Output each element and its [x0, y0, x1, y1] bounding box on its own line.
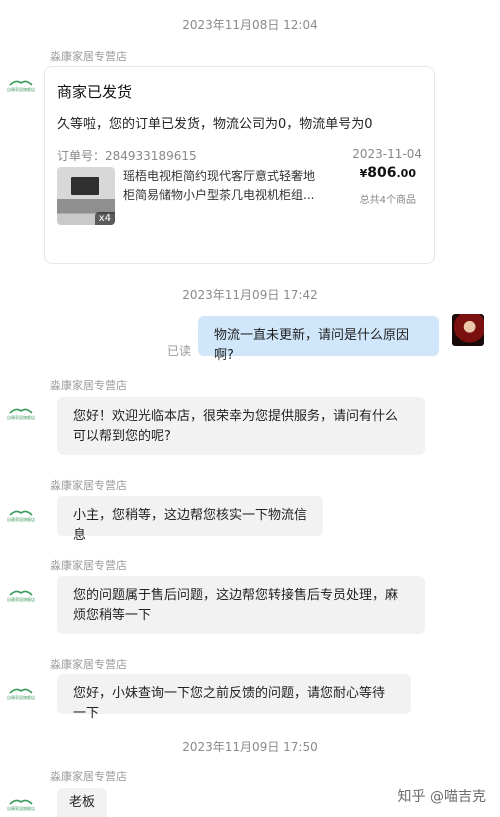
shop-logo-text: 自康家居旗舰店: [7, 86, 35, 92]
shop-logo-icon[interactable]: 自康家居旗舰店: [4, 506, 38, 524]
price-decimal: .00: [396, 167, 417, 180]
read-status: 已读: [167, 344, 192, 358]
shop-name: 淼康家居专营店: [50, 479, 127, 492]
shop-name: 淼康家居专营店: [50, 770, 127, 783]
shop-logo-icon[interactable]: 自康家居旗舰店: [4, 586, 38, 604]
shop-message-bubble[interactable]: 小主，您稍等，这边帮您核实一下物流信息: [57, 496, 323, 543]
shop-logo-text: 自康家居旗舰店: [7, 414, 35, 420]
shop-name: 淼康家居专营店: [50, 379, 127, 392]
order-card-title: 商家已发货: [57, 83, 133, 101]
timestamp: 2023年11月09日 17:42: [182, 288, 318, 302]
price-main: 806: [367, 165, 397, 181]
product-thumbnail[interactable]: x4: [57, 167, 115, 225]
order-price: ¥806.00: [360, 165, 416, 181]
shop-message-bubble[interactable]: 您好！欢迎光临本店，很荣幸为您提供服务，请问有什么可以帮到您的呢?: [57, 397, 425, 455]
shop-name: 淼康家居专营店: [50, 559, 127, 572]
order-number: 订单号：284933189615: [57, 149, 197, 163]
shop-logo-text: 自康家居旗舰店: [7, 805, 35, 811]
timestamp: 2023年11月09日 17:50: [182, 740, 318, 754]
tv-icon: [71, 177, 99, 195]
product-quantity: x4: [94, 212, 115, 225]
shop-name: 淼康家居专营店: [50, 658, 127, 671]
shop-logo-text: 自康家居旗舰店: [7, 694, 35, 700]
shop-logo-icon[interactable]: 自康家居旗舰店: [4, 684, 38, 702]
product-name[interactable]: 瑶梧电视柜简约现代客厅意式轻奢地柜简易储物小户型茶几电视机柜组...: [123, 167, 323, 205]
watermark: 知乎 @喵吉克: [397, 789, 486, 805]
order-card-message: 久等啦，您的订单已发货，物流公司为0，物流单号为0: [57, 117, 373, 132]
item-count: 总共4个商品: [359, 195, 416, 206]
shop-name: 淼康家居专营店: [50, 50, 127, 63]
shop-message-bubble[interactable]: 您的问题属于售后问题，这边帮您转接售后专员处理，麻烦您稍等一下: [57, 576, 425, 634]
order-date: 2023-11-04: [352, 147, 422, 161]
shop-logo-icon[interactable]: 自康家居旗舰店: [4, 76, 38, 94]
shop-logo-icon[interactable]: 自康家居旗舰店: [4, 404, 38, 422]
shop-message-bubble[interactable]: 老板: [57, 788, 107, 817]
shop-message-bubble[interactable]: 您好，小妹查询一下您之前反馈的问题，请您耐心等待一下: [57, 674, 411, 721]
order-card[interactable]: 商家已发货 久等啦，您的订单已发货，物流公司为0，物流单号为0 订单号：2849…: [44, 66, 435, 264]
user-message-bubble[interactable]: 物流一直未更新，请问是什么原因啊?: [198, 316, 439, 363]
user-avatar[interactable]: [452, 314, 484, 346]
shop-logo-icon[interactable]: 自康家居旗舰店: [4, 795, 38, 813]
shop-logo-text: 自康家居旗舰店: [7, 596, 35, 602]
timestamp: 2023年11月08日 12:04: [182, 18, 318, 32]
shop-logo-text: 自康家居旗舰店: [7, 516, 35, 522]
